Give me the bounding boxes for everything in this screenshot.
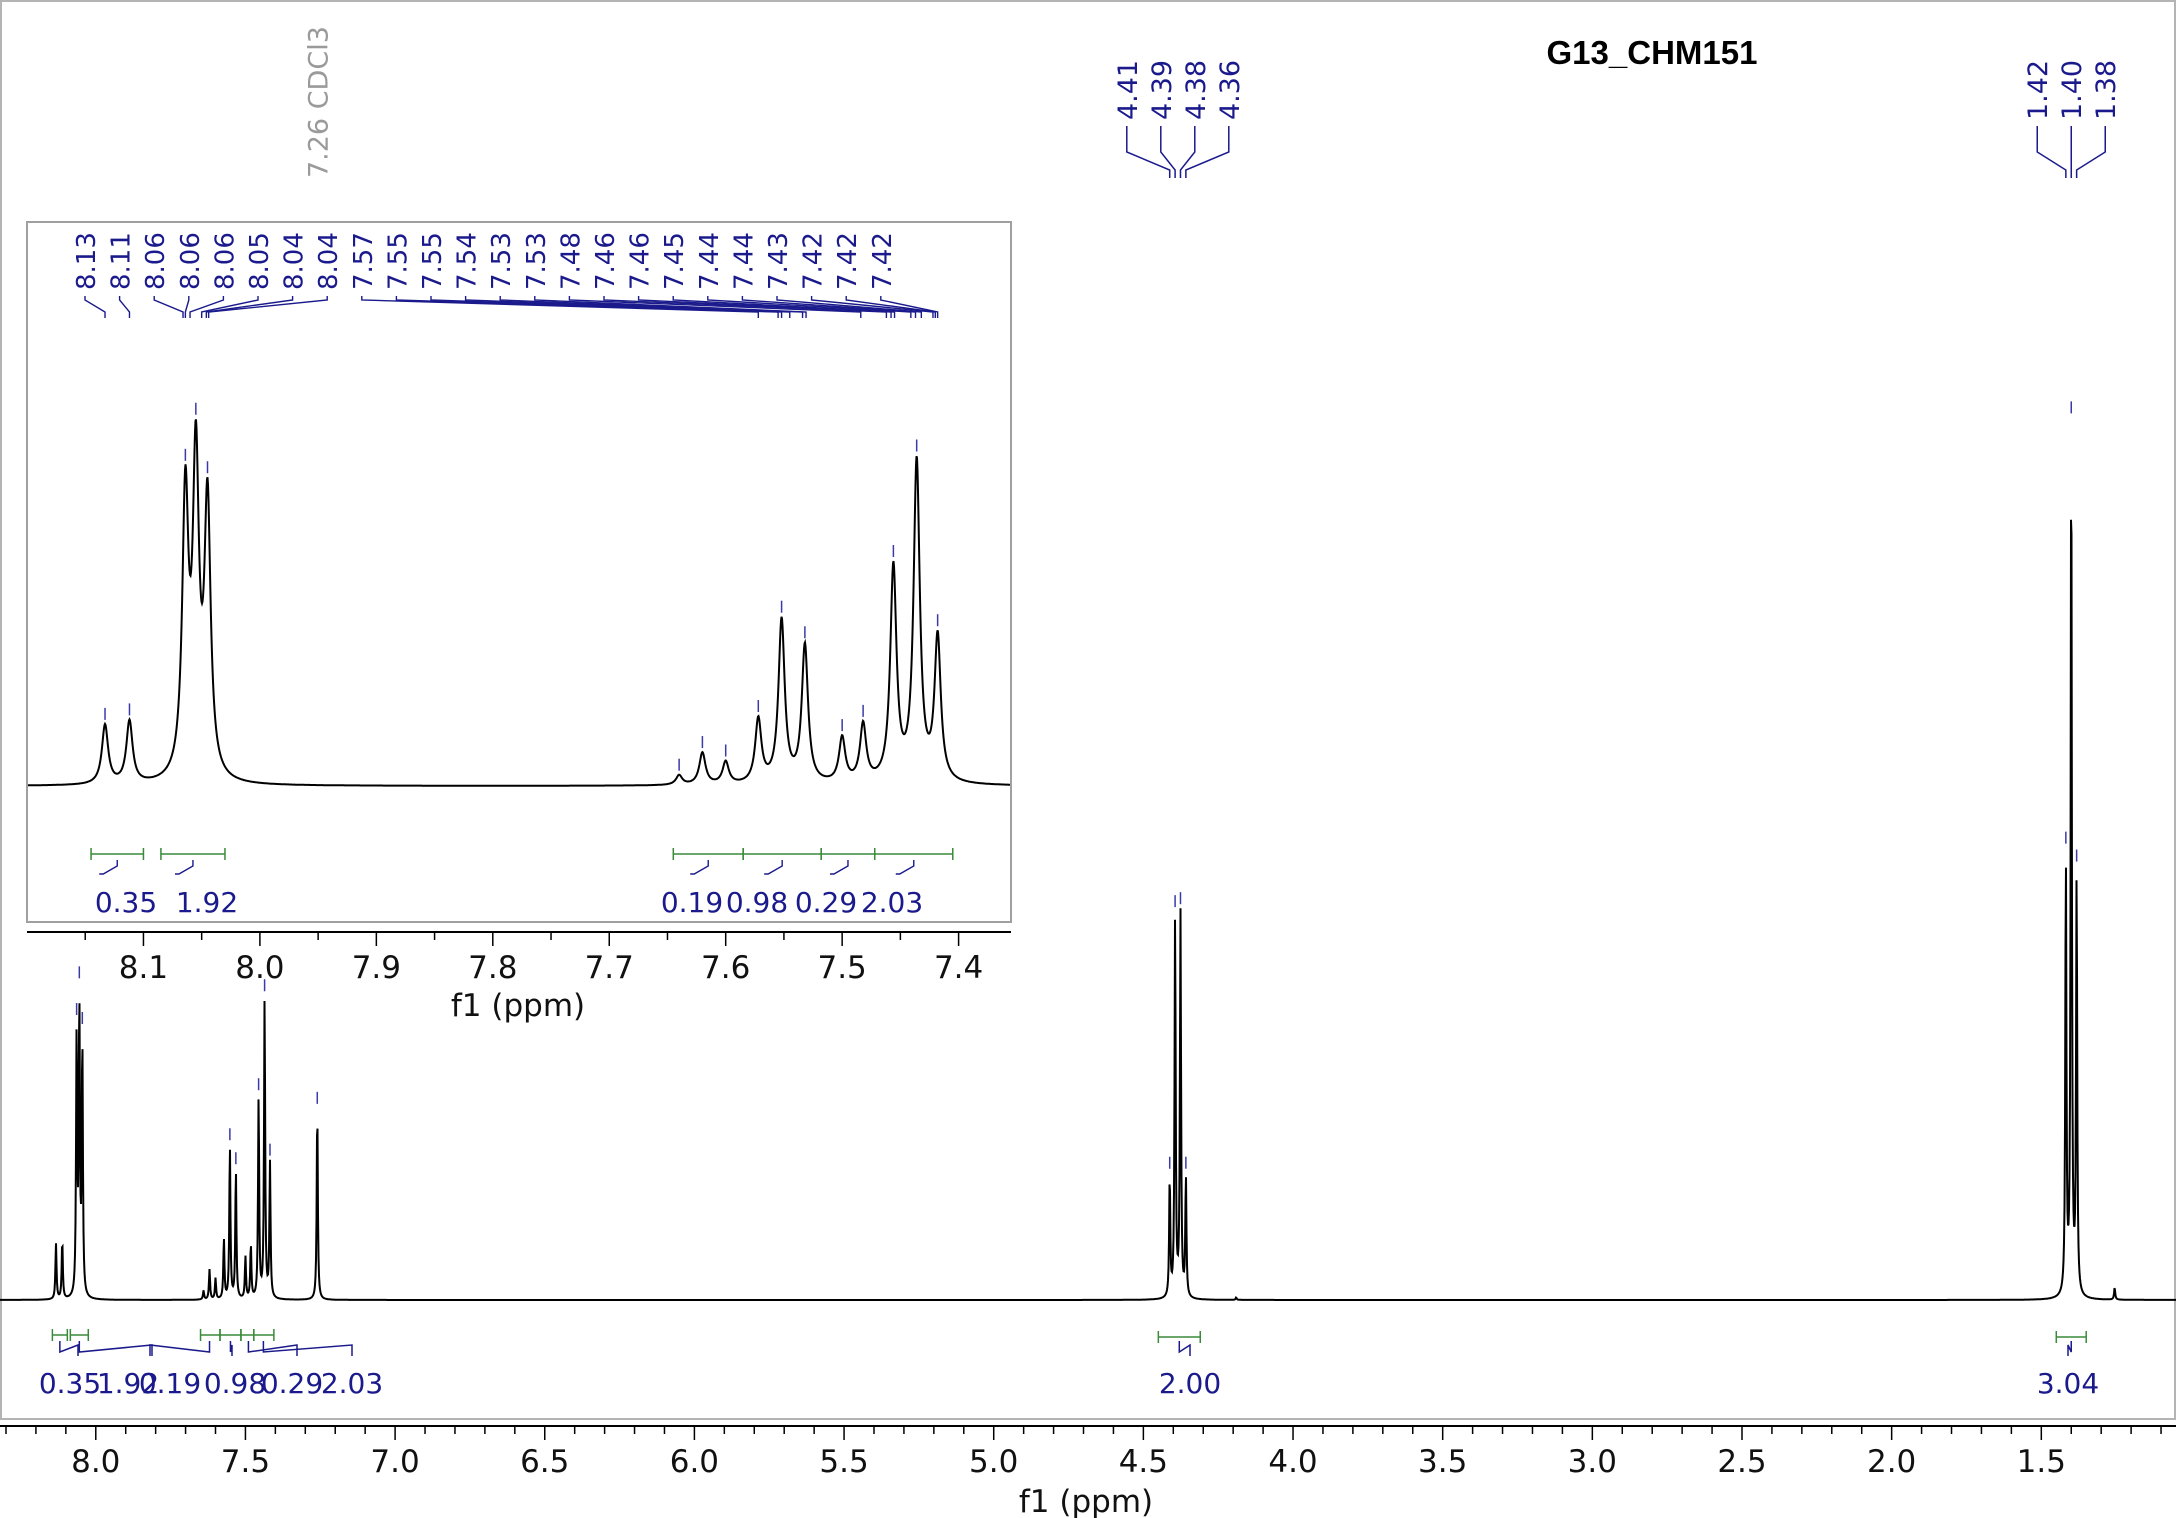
inset-tick-label: 8.1: [119, 950, 168, 986]
inset-peak-label: 8.06: [176, 232, 206, 290]
tick-label: 2.5: [1717, 1444, 1766, 1480]
tick-label: 4.5: [1119, 1444, 1168, 1480]
inset-peak-label: 8.06: [141, 232, 171, 290]
inset-peak-label: 7.42: [833, 232, 863, 290]
inset-tick-label: 7.5: [817, 950, 866, 986]
inset-peak-label: 7.55: [383, 232, 413, 290]
peak-label: 1.42: [2023, 60, 2054, 120]
inset-integral-value: 0.35: [95, 886, 157, 919]
inset-peak-label: 7.53: [487, 232, 517, 290]
inset-peak-label: 8.06: [210, 232, 240, 290]
tick-label: 5.5: [819, 1444, 868, 1480]
integral-value: 3.04: [2037, 1367, 2099, 1400]
inset-frame: [26, 221, 1012, 923]
inset-integral-value: 2.03: [861, 886, 923, 919]
inset-tick-label: 7.6: [701, 950, 750, 986]
inset-x-axis-label: f1 (ppm): [451, 988, 585, 1024]
inset-peak-label: 7.46: [626, 232, 656, 290]
inset-peak-label: 7.44: [695, 232, 725, 290]
solvent-peak-label: 7.26 CDCl3: [303, 26, 334, 178]
tick-label: 6.5: [520, 1444, 569, 1480]
inset-peak-label: 7.55: [418, 232, 448, 290]
inset-tick-label: 7.4: [934, 950, 983, 986]
peak-label: 4.39: [1147, 60, 1178, 120]
tick-label: 3.0: [1568, 1444, 1617, 1480]
integral-value: 0.35: [39, 1367, 101, 1400]
peak-label: 4.41: [1113, 60, 1144, 120]
inset-peak-label: 8.04: [280, 232, 310, 290]
inset-peak-label: 7.57: [349, 232, 379, 290]
integral-value: 2.03: [321, 1367, 383, 1400]
peak-label: 1.40: [2057, 60, 2088, 120]
tick-label: 8.0: [71, 1444, 120, 1480]
inset-peak-label: 8.05: [245, 232, 275, 290]
nmr-spectrum-chart: G13_CHM151 4.41 4.39 4.38 4.36 1.42 1.40 1.38 7…: [0, 0, 2176, 1518]
inset-peak-label: 7.43: [764, 232, 794, 290]
tick-label: 3.5: [1418, 1444, 1467, 1480]
inset-peak-label: 7.54: [453, 232, 483, 290]
tick-label: 2.0: [1867, 1444, 1916, 1480]
inset-peak-label: 7.44: [729, 232, 759, 290]
inset-tick-label: 7.8: [468, 950, 517, 986]
inset-peak-label: 7.53: [522, 232, 552, 290]
tick-label: 1.5: [2017, 1444, 2066, 1480]
tick-label: 7.5: [221, 1444, 270, 1480]
peak-label: 4.36: [1215, 60, 1246, 120]
inset-peak-label: 8.11: [107, 232, 137, 290]
chart-title: G13_CHM151: [1547, 34, 1758, 71]
main-x-axis-label: f1 (ppm): [1019, 1484, 1153, 1518]
integral-value: 2.00: [1159, 1367, 1221, 1400]
integral-value: 0.29: [261, 1367, 323, 1400]
inset-integral-value: 0.29: [795, 886, 857, 919]
inset-peak-label: 7.45: [660, 232, 690, 290]
inset-peak-label: 8.04: [314, 232, 344, 290]
inset-integral-value: 1.92: [176, 886, 238, 919]
inset-tick-label: 8.0: [235, 950, 284, 986]
inset-integral-value: 0.19: [661, 886, 723, 919]
inset-peak-label: 7.48: [556, 232, 586, 290]
inset-zoom-panel: 8.13 8.11 8.06 8.06 8.06 8.05 8.04 8.04 7.57 7.55…: [26, 221, 1012, 1024]
tick-label: 7.0: [370, 1444, 419, 1480]
inset-tick-label: 7.9: [352, 950, 401, 986]
inset-integral-value: 0.98: [726, 886, 788, 919]
integral-value: 0.19: [139, 1367, 201, 1400]
inset-peak-label: 7.42: [868, 232, 898, 290]
peak-label: 4.38: [1181, 60, 1212, 120]
peak-label: 1.38: [2091, 60, 2122, 120]
inset-peak-label: 7.42: [799, 232, 829, 290]
inset-peak-label: 7.46: [591, 232, 621, 290]
tick-label: 5.0: [969, 1444, 1018, 1480]
inset-tick-label: 7.7: [585, 950, 634, 986]
tick-label: 6.0: [670, 1444, 719, 1480]
inset-peak-label: 8.13: [72, 232, 102, 290]
integral-value: 0.98: [204, 1367, 266, 1400]
tick-label: 4.0: [1268, 1444, 1317, 1480]
